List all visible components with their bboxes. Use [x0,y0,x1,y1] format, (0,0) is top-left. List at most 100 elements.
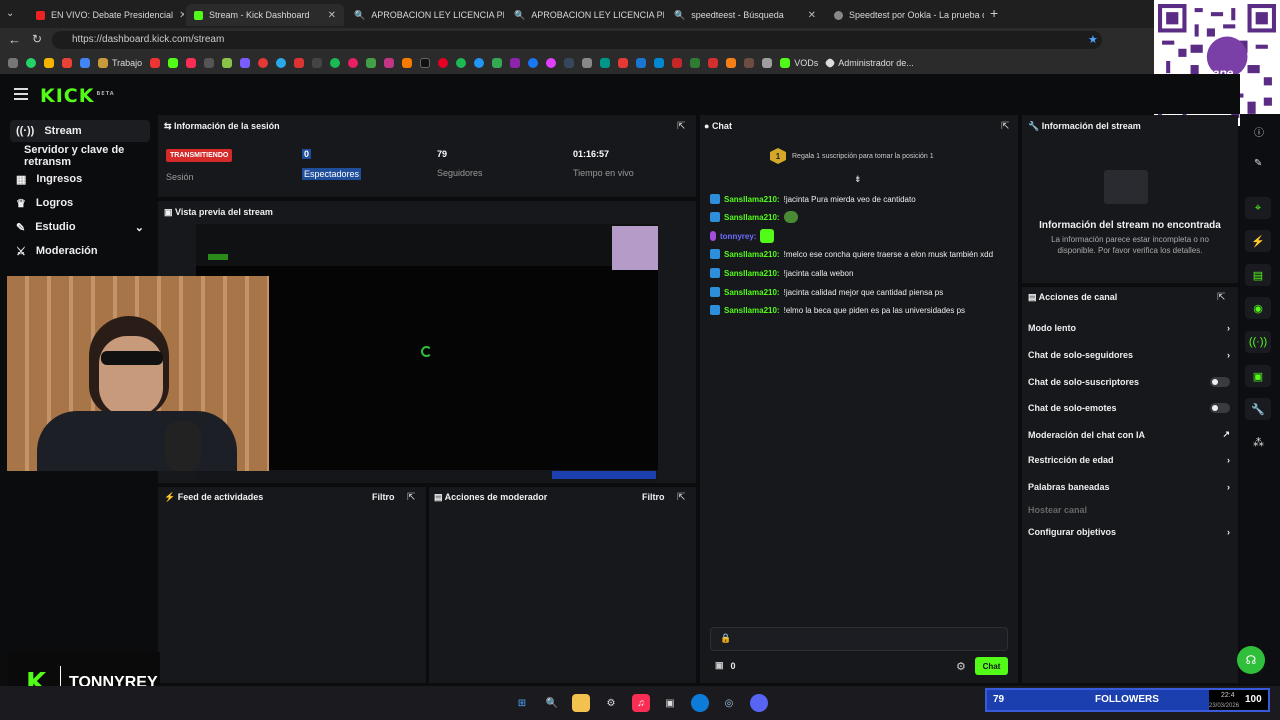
rail-list-icon[interactable]: ▤ [1245,264,1271,286]
popout-icon[interactable]: ⇱ [1217,292,1225,303]
file-explorer-icon[interactable] [572,694,590,712]
sidebar-item-ingresos[interactable]: ▦ Ingresos [10,168,150,190]
chat-username[interactable]: Sansllama210: [724,213,780,222]
tumblr-icon[interactable] [564,58,575,68]
bookmark-icon[interactable] [222,58,233,68]
rail-nodes-icon[interactable]: ⁂ [1253,436,1264,449]
popout-icon[interactable]: ⇱ [677,492,685,503]
action-configure-goals[interactable]: Configurar objetivos › [1028,527,1230,537]
bookmark-icon[interactable] [474,58,485,68]
favorite-star-icon[interactable]: ★ [1088,33,1098,46]
photos-icon[interactable]: ▣ [661,694,679,712]
bookmark-icon[interactable] [690,58,701,68]
bookmark-icon[interactable] [744,58,755,68]
calendar-icon[interactable] [80,58,90,68]
rail-lightning-icon[interactable]: ⚡ [1245,230,1271,252]
windows-start-icon[interactable]: ⊞ [513,694,531,712]
chat-username[interactable]: Sansllama210: [724,195,780,204]
subscribers-only-toggle[interactable] [1210,377,1230,387]
action-followers-only[interactable]: Chat de solo-seguidores › [1028,350,1230,360]
kick-logo[interactable]: KICK BETA [40,85,115,107]
drive-icon[interactable] [44,58,54,68]
whatsapp-icon[interactable] [26,58,36,68]
chat-input[interactable]: 🔒 [710,627,1008,651]
rail-channel-icon[interactable]: ▣ [1245,365,1271,387]
rail-broadcast-icon[interactable]: ((·)) [1245,331,1271,353]
bookmark-icon[interactable] [204,58,215,68]
pencil-icon[interactable]: ✎ [1254,158,1262,169]
popout-icon[interactable]: ⇱ [407,492,415,503]
bookmark-icon[interactable] [312,58,323,68]
bookmark-icon[interactable] [294,58,305,68]
x-icon[interactable] [420,58,431,68]
bookmark-icon[interactable] [672,58,683,68]
tab-ookla[interactable]: Speedtest por Ookla - La prueba d✕ [826,4,984,26]
popout-icon[interactable]: ⇱ [1001,121,1009,132]
discord-icon[interactable] [750,694,768,712]
new-tab-icon[interactable]: + [990,5,998,21]
scroll-down-icon[interactable]: ⇟ [854,174,862,185]
rail-chat-icon[interactable]: ◉ [1245,297,1271,319]
close-icon[interactable]: ✕ [808,10,816,21]
kick-icon[interactable] [168,58,179,68]
sidebar-item-server-key[interactable]: Servidor y clave de retransm [18,144,163,168]
bookmark-icon[interactable] [8,58,18,68]
gmail-icon[interactable] [62,58,72,68]
tab-speedtest-search[interactable]: 🔍 speedteest - Búsqueda ✕ [666,4,824,26]
pinterest-icon[interactable] [438,58,449,68]
chat-username[interactable]: Sansllama210: [724,269,780,278]
bookmark-icon[interactable] [240,58,251,68]
support-headset-icon[interactable]: ☊ [1237,646,1265,674]
bookmark-icon[interactable] [150,58,161,68]
tab-kick-dashboard[interactable]: Stream - Kick Dashboard ✕ [186,4,344,26]
tab-list-chevron-icon[interactable]: ⌄ [6,8,14,19]
steam-icon[interactable]: ◎ [720,694,738,712]
edge-icon[interactable] [691,694,709,712]
hamburger-menu-icon[interactable] [14,88,28,100]
bookmark-trabajo[interactable]: Trabajo [98,58,142,68]
search-icon[interactable]: 🔍 [543,694,561,712]
chat-username[interactable]: tonnyrey: [720,232,756,241]
close-icon[interactable]: ✕ [328,10,336,21]
bookmark-icon[interactable] [348,58,359,68]
reload-icon[interactable]: ↻ [32,32,42,46]
action-banned-words[interactable]: Palabras baneadas › [1028,482,1230,492]
popout-icon[interactable]: ⇱ [677,121,685,132]
bookmark-icon[interactable] [762,58,773,68]
rail-target-icon[interactable]: ⌖ [1245,197,1271,219]
telegram-icon[interactable] [276,58,287,68]
tab-aprobacion-1[interactable]: 🔍APROBACION LEY LICENCIA PERM✕ [346,4,504,26]
bookmark-admin[interactable]: Administrador de... [824,57,914,69]
close-icon[interactable]: ✕ [179,10,184,21]
instagram-icon[interactable] [384,58,395,68]
action-ai-moderation[interactable]: Moderación del chat con IA ↗ [1028,429,1230,440]
bookmark-icon[interactable] [258,58,269,68]
bookmark-icon[interactable] [636,58,647,68]
music-icon[interactable] [186,58,197,68]
url-input[interactable]: https://dashboard.kick.com/stream [52,31,1102,49]
bookmark-icon[interactable] [402,58,413,68]
maps-icon[interactable] [492,58,503,68]
bookmark-icon[interactable] [708,58,719,68]
bookmark-icon[interactable] [366,58,377,68]
sidebar-item-logros[interactable]: ♛ Logros [10,192,150,214]
emotes-only-toggle[interactable] [1210,403,1230,413]
back-arrow-icon[interactable]: ← [8,32,21,47]
action-host-channel[interactable]: Hostear canal [1028,505,1230,515]
settings-icon[interactable]: ⚙ [602,694,620,712]
bookmark-icon[interactable] [582,58,593,68]
music-app-icon[interactable]: ♫ [632,694,650,712]
chat-username[interactable]: Sansllama210: [724,250,780,259]
bookmark-icon[interactable] [618,58,629,68]
bookmark-vods[interactable]: VODs [780,58,818,68]
chat-send-button[interactable]: Chat [975,657,1008,675]
sidebar-item-estudio[interactable]: ✎ Estudio ⌄ [10,216,150,238]
gift-icon[interactable]: ▣ [715,660,724,671]
action-slow-mode[interactable]: Modo lento › [1028,323,1230,333]
bookmark-icon[interactable] [546,58,557,68]
bookmark-icon[interactable] [330,58,341,68]
bookmark-icon[interactable] [654,58,665,68]
chat-settings-icon[interactable]: ⚙ [956,660,966,673]
info-icon[interactable]: ⓘ [1254,124,1264,139]
activity-filter-button[interactable]: Filtro [372,492,395,502]
